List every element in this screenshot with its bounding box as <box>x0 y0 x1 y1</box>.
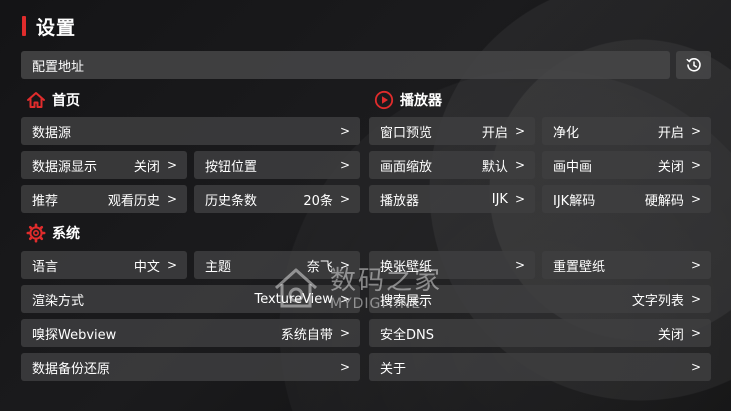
watermark-text: 数码之家 <box>330 266 443 296</box>
page-title: 设置 <box>22 14 77 39</box>
setting-value: 文字列表 <box>631 293 684 309</box>
setting-label: 主题 <box>205 259 232 275</box>
setting-recommend[interactable]: 推荐 观看历史 > <box>21 185 187 213</box>
history-button[interactable] <box>676 51 711 79</box>
setting-label: 窗口预览 <box>380 125 433 141</box>
chevron-right-icon: > <box>339 124 350 138</box>
setting-label: 画面缩放 <box>380 159 433 175</box>
watermark-logo-icon <box>274 268 318 308</box>
setting-button-position[interactable]: 按钮位置 > <box>194 151 360 179</box>
setting-label: 播放器 <box>380 193 420 209</box>
home-icon <box>27 92 45 108</box>
chevron-right-icon: > <box>166 192 177 206</box>
section-home-label: 首页 <box>52 93 80 109</box>
setting-label: 重置壁纸 <box>553 259 606 275</box>
chevron-right-icon: > <box>514 158 525 172</box>
chevron-right-icon: > <box>690 292 701 306</box>
setting-about[interactable]: 关于 > <box>369 353 711 381</box>
section-system: 系统 <box>26 222 80 244</box>
section-player: 播放器 <box>374 89 442 111</box>
setting-sniff-webview[interactable]: 嗅探Webview 系统自带 > <box>21 319 360 347</box>
chevron-right-icon: > <box>690 158 701 172</box>
chevron-right-icon: > <box>514 124 525 138</box>
chevron-right-icon: > <box>690 326 701 340</box>
chevron-right-icon: > <box>339 158 350 172</box>
chevron-right-icon: > <box>690 192 701 206</box>
config-address-label: 配置地址 <box>32 59 85 75</box>
chevron-right-icon: > <box>690 124 701 138</box>
chevron-right-icon: > <box>166 158 177 172</box>
setting-value: 关闭 <box>657 327 684 343</box>
setting-value: 观看历史 <box>107 193 160 209</box>
setting-purify[interactable]: 净化 开启 > <box>542 117 711 145</box>
setting-screen-scale[interactable]: 画面缩放 默认 > <box>369 151 535 179</box>
setting-language[interactable]: 语言 中文 > <box>21 251 187 279</box>
setting-value: 关闭 <box>133 159 160 175</box>
section-home: 首页 <box>26 89 80 111</box>
chevron-right-icon: > <box>166 258 177 272</box>
setting-value: 20条 <box>303 193 333 209</box>
setting-value: 关闭 <box>657 159 684 175</box>
config-address-field[interactable]: 配置地址 <box>21 51 670 79</box>
play-circle-icon <box>374 90 394 110</box>
setting-value: 开启 <box>657 125 684 141</box>
setting-ijk-decode[interactable]: IJK解码 硬解码 > <box>542 185 711 213</box>
setting-label: 历史条数 <box>205 193 258 209</box>
setting-label: 安全DNS <box>380 327 434 343</box>
setting-value: 默认 <box>481 159 508 175</box>
setting-label: 关于 <box>380 361 407 377</box>
setting-value: IJK <box>491 191 508 207</box>
chevron-right-icon: > <box>514 192 525 206</box>
title-accent-bar <box>22 16 26 36</box>
section-system-label: 系统 <box>52 226 80 242</box>
setting-label: 语言 <box>32 259 59 275</box>
setting-label: 数据备份还原 <box>32 361 111 377</box>
chevron-right-icon: > <box>339 192 350 206</box>
setting-window-preview[interactable]: 窗口预览 开启 > <box>369 117 535 145</box>
setting-value: 开启 <box>481 125 508 141</box>
history-icon <box>686 58 701 72</box>
setting-label: 渲染方式 <box>32 293 85 309</box>
setting-player[interactable]: 播放器 IJK > <box>369 185 535 213</box>
gear-icon <box>26 223 46 243</box>
setting-label: 数据源 <box>32 125 72 141</box>
title-text: 设置 <box>36 16 77 39</box>
chevron-right-icon: > <box>690 258 701 272</box>
section-player-label: 播放器 <box>400 93 442 109</box>
chevron-right-icon: > <box>514 258 525 272</box>
setting-data-source-display[interactable]: 数据源显示 关闭 > <box>21 151 187 179</box>
chevron-right-icon: > <box>339 326 350 340</box>
setting-label: 净化 <box>553 125 580 141</box>
setting-data-source[interactable]: 数据源 > <box>21 117 360 145</box>
setting-backup-restore[interactable]: 数据备份还原 > <box>21 353 360 381</box>
setting-reset-wallpaper[interactable]: 重置壁纸 > <box>542 251 711 279</box>
setting-label: 画中画 <box>553 159 593 175</box>
setting-pip[interactable]: 画中画 关闭 > <box>542 151 711 179</box>
setting-label: 嗅探Webview <box>32 327 117 343</box>
chevron-right-icon: > <box>690 360 701 374</box>
setting-label: IJK解码 <box>553 193 596 209</box>
setting-label: 数据源显示 <box>32 159 98 175</box>
setting-label: 推荐 <box>32 193 59 209</box>
setting-value: 中文 <box>133 259 160 275</box>
setting-history-count[interactable]: 历史条数 20条 > <box>194 185 360 213</box>
setting-secure-dns[interactable]: 安全DNS 关闭 > <box>369 319 711 347</box>
chevron-right-icon: > <box>339 360 350 374</box>
setting-value: 硬解码 <box>644 193 684 209</box>
watermark: 数码之家 MYDIGIT.NET <box>272 260 472 320</box>
watermark-url: MYDIGIT.NET <box>330 296 431 312</box>
setting-value: 系统自带 <box>280 327 333 343</box>
setting-label: 按钮位置 <box>205 159 258 175</box>
